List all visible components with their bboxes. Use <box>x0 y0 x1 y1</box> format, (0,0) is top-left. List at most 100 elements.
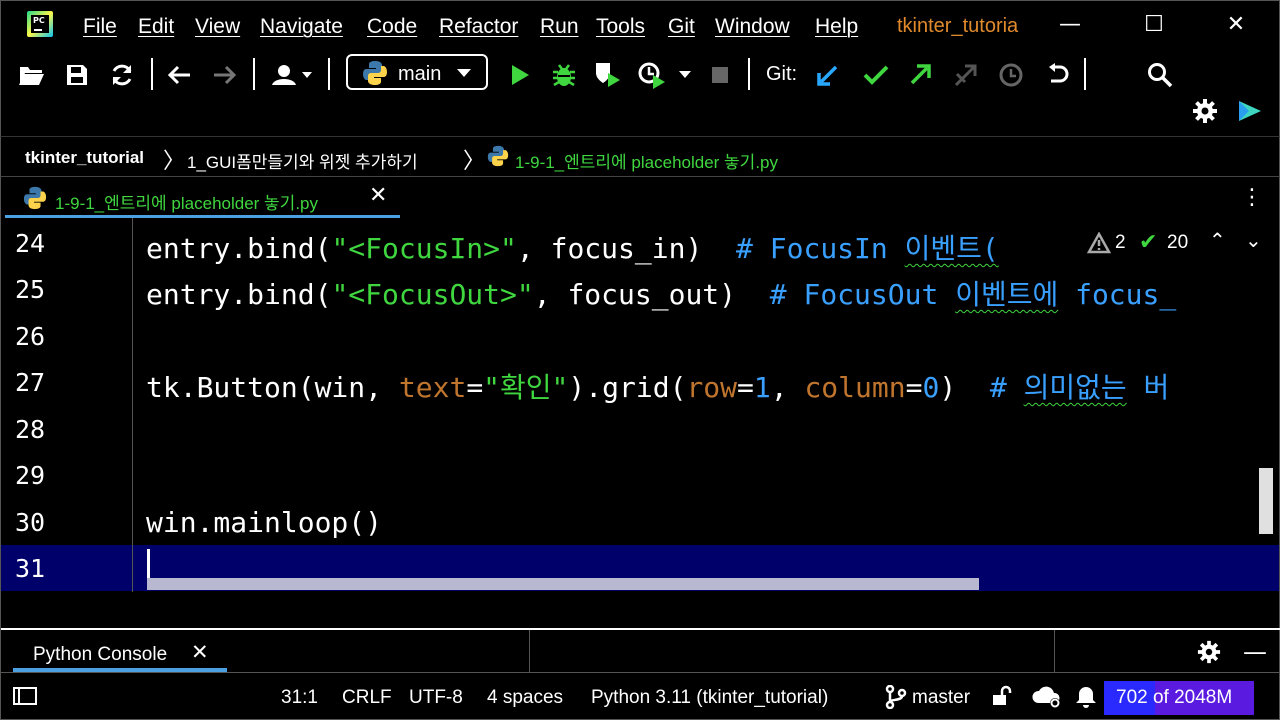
code-line[interactable]: 30 win.mainloop() <box>1 499 1279 545</box>
python-icon <box>363 61 387 85</box>
editor-tab-bar: 1-9-1_엔트리에 placeholder 놓기.py ✕ ⋮ <box>0 176 1280 219</box>
stop-icon[interactable] <box>705 60 735 90</box>
toolbar-separator <box>151 58 153 90</box>
branch-selector[interactable]: main <box>346 54 488 90</box>
code-editor[interactable]: 24 entry.bind("<FocusIn>", focus_in) # F… <box>0 218 1280 592</box>
git-update-project-icon[interactable] <box>813 60 843 90</box>
breadcrumb-project[interactable]: tkinter_tutorial <box>25 148 144 168</box>
back-arrow-icon[interactable] <box>164 60 194 90</box>
memory-usage-text: 702 of 2048M <box>1116 687 1233 708</box>
git-push-icon[interactable] <box>905 60 935 90</box>
menu-run[interactable]: Run <box>540 15 579 39</box>
menu-help[interactable]: Help <box>815 15 858 39</box>
gutter-divider <box>132 218 133 592</box>
python-console-tab[interactable]: Python Console ✕ <box>13 638 227 672</box>
weak-warning-count: 20 <box>1167 232 1189 253</box>
title-menu-bar: PC File Edit View Navigate Code Refactor… <box>0 0 1280 48</box>
python-interpreter[interactable]: Python 3.11 (tkinter_tutorial) <box>591 687 828 709</box>
previous-highlight-icon[interactable]: ⌃ <box>1209 228 1226 252</box>
window-maximize-button[interactable]: ☐ <box>1131 9 1177 41</box>
horizontal-scrollbar[interactable] <box>147 578 979 590</box>
window-close-button[interactable]: ✕ <box>1213 9 1259 41</box>
breadcrumb-chevron-icon: 〉 <box>163 149 186 174</box>
run-icon[interactable] <box>505 60 535 90</box>
tab-actions-menu-icon[interactable]: ⋮ <box>1241 185 1263 210</box>
user-profile-dropdown-icon[interactable] <box>267 60 317 90</box>
toolbar-separator <box>253 58 255 90</box>
line-number: 30 <box>15 508 46 537</box>
refresh-icon[interactable] <box>107 60 137 90</box>
more-run-options-dropdown-icon[interactable] <box>673 60 697 90</box>
open-folder-icon[interactable] <box>17 60 47 90</box>
search-icon[interactable] <box>1145 60 1175 90</box>
pycharm-logo-icon[interactable]: PC <box>27 11 53 37</box>
save-all-icon[interactable] <box>62 60 92 90</box>
editor-tab-label: 1-9-1_엔트리에 placeholder 놓기.py <box>55 194 319 213</box>
code-line[interactable]: 29 <box>1 452 1279 498</box>
menu-edit[interactable]: Edit <box>138 15 174 39</box>
code-text: tk.Button(win, text="확인").grid(row=1, co… <box>146 371 1170 404</box>
python-file-icon <box>487 145 509 167</box>
menu-file[interactable]: File <box>83 15 117 39</box>
hide-tool-window-icon[interactable]: — <box>1243 638 1267 666</box>
code-line[interactable]: 25 entry.bind("<FocusOut>", focus_out) #… <box>1 266 1279 312</box>
menu-window[interactable]: Window <box>715 15 790 39</box>
forward-arrow-icon[interactable] <box>210 60 240 90</box>
warning-icon <box>1087 232 1111 254</box>
git-merge-icon[interactable] <box>951 60 981 90</box>
line-separator[interactable]: CRLF <box>342 687 392 709</box>
git-rollback-icon[interactable] <box>1043 60 1073 90</box>
git-history-clock-icon[interactable] <box>996 60 1026 90</box>
code-line[interactable]: 28 <box>1 406 1279 452</box>
editor-tab-active[interactable]: 1-9-1_엔트리에 placeholder 놓기.py ✕ <box>5 177 400 219</box>
menu-navigate[interactable]: Navigate <box>260 15 343 39</box>
window-minimize-button[interactable]: — <box>1047 9 1093 41</box>
vertical-scrollbar[interactable] <box>1259 468 1273 534</box>
window-project-title: tkinter_tutoria <box>897 15 1019 37</box>
git-branch-name[interactable]: master <box>912 687 970 709</box>
settings-gear-icon[interactable] <box>1190 96 1220 126</box>
toolbar-separator <box>328 58 330 90</box>
notifications-bell-icon[interactable] <box>1075 685 1097 709</box>
main-toolbar: main Git: <box>0 48 1280 136</box>
breadcrumb-chevron-icon: 〉 <box>463 149 486 174</box>
code-line[interactable]: 26 <box>1 313 1279 359</box>
debug-bug-icon[interactable] <box>549 60 579 90</box>
line-number: 27 <box>15 368 46 397</box>
indent-setting[interactable]: 4 spaces <box>487 687 563 709</box>
memory-indicator[interactable]: 702 of 2048M <box>1104 681 1254 715</box>
menu-refactor[interactable]: Refactor <box>439 15 518 39</box>
tool-window-separator <box>529 630 530 672</box>
close-icon[interactable]: ✕ <box>369 183 387 208</box>
breadcrumb-folder[interactable]: 1_GUI폼만들기와 위젯 추가하기 <box>187 148 418 173</box>
branch-name: main <box>398 63 442 85</box>
cloud-sync-icon[interactable] <box>1031 683 1063 709</box>
run-with-coverage-icon[interactable] <box>593 60 623 90</box>
file-encoding[interactable]: UTF-8 <box>409 687 463 709</box>
line-number: 25 <box>15 275 46 304</box>
unlock-icon[interactable] <box>991 685 1013 707</box>
code-text: entry.bind("<FocusOut>", focus_out) # Fo… <box>146 278 1177 311</box>
caret-position[interactable]: 31:1 <box>281 687 318 709</box>
code-line[interactable]: 27 tk.Button(win, text="확인").grid(row=1,… <box>1 359 1279 405</box>
git-commit-checkmark-icon[interactable] <box>861 60 891 90</box>
toggle-tool-windows-icon[interactable] <box>13 687 37 705</box>
menu-git[interactable]: Git <box>668 15 695 39</box>
ai-assistant-icon[interactable] <box>1235 96 1265 126</box>
line-number: 29 <box>15 461 46 490</box>
inspection-widget[interactable]: 2 ✔ 20 ⌃ ⌄ <box>1081 226 1277 260</box>
menu-code[interactable]: Code <box>367 15 417 39</box>
text-caret <box>147 549 150 581</box>
profile-run-icon[interactable] <box>637 60 667 90</box>
close-icon[interactable]: ✕ <box>191 640 209 664</box>
line-number: 28 <box>15 415 46 444</box>
python-console-label: Python Console <box>33 644 168 665</box>
chevron-down-icon <box>457 69 471 77</box>
settings-gear-icon[interactable] <box>1197 640 1221 669</box>
next-highlight-icon[interactable]: ⌄ <box>1245 228 1262 252</box>
breadcrumb-file[interactable]: 1-9-1_엔트리에 placeholder 놓기.py <box>515 148 778 173</box>
weak-warning-check-icon: ✔ <box>1139 230 1158 255</box>
menu-view[interactable]: View <box>195 15 240 39</box>
menu-tools[interactable]: Tools <box>596 15 645 39</box>
line-number: 24 <box>15 229 46 258</box>
